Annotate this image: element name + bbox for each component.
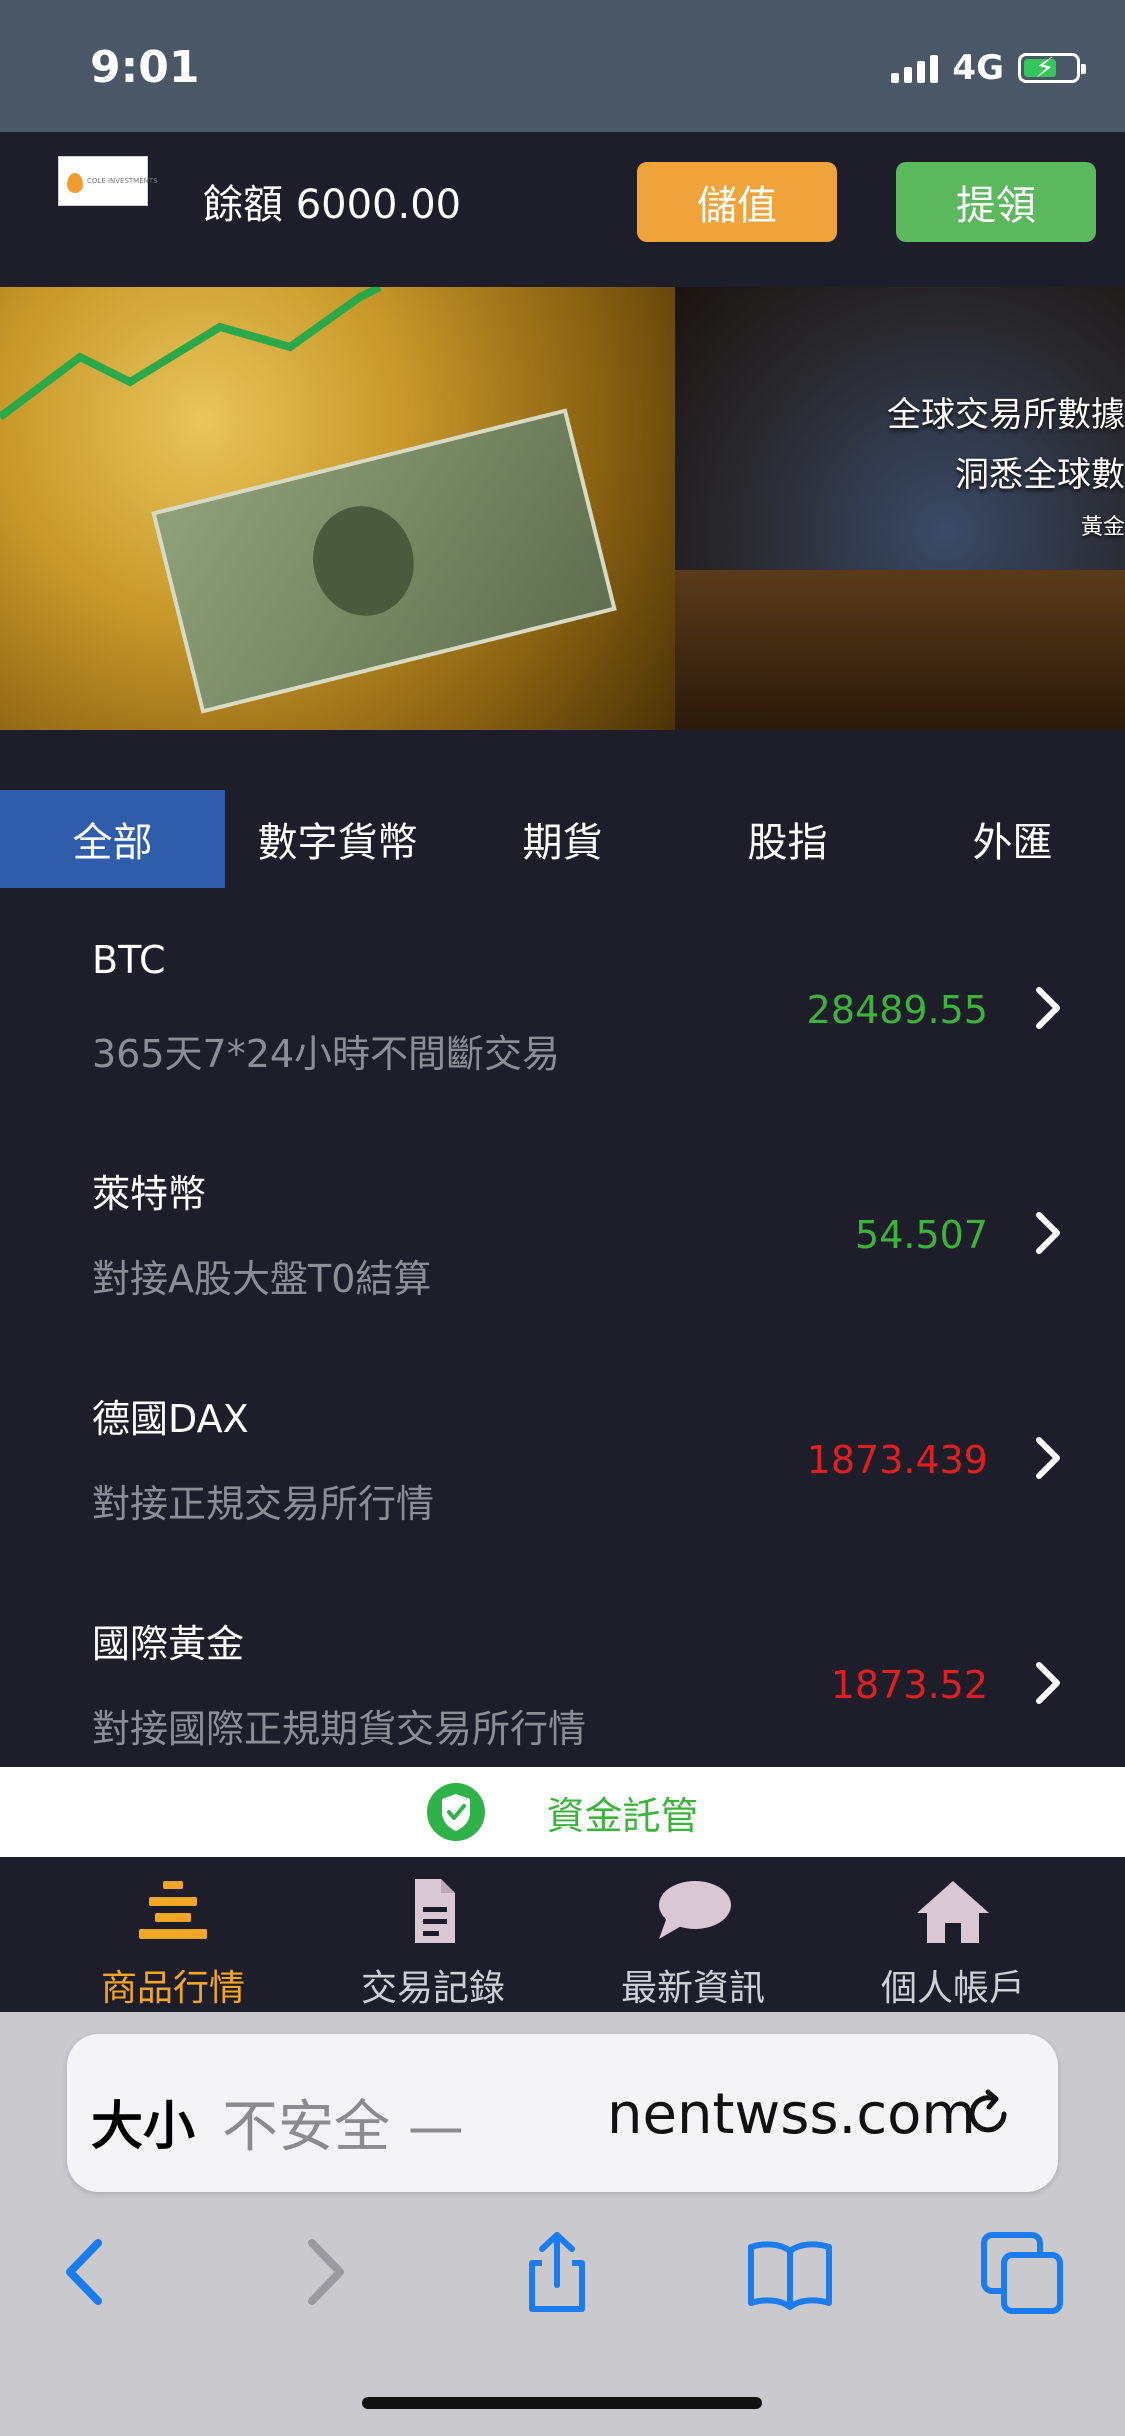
chevron-right-icon [1036, 1662, 1060, 1704]
market-name: 萊特幣 [92, 1172, 207, 1216]
growth-line-graphic [0, 287, 382, 421]
nav-label: 交易記錄 [360, 1968, 505, 2009]
tab-forex[interactable]: 外匯 [900, 790, 1125, 888]
fund-escrow-banner[interactable]: 資金託管 [0, 1767, 1125, 1857]
banner-caption: 黃金 [1080, 515, 1125, 540]
back-icon[interactable] [40, 2227, 130, 2317]
escrow-label: 資金託管 [546, 1793, 699, 1838]
market-name: 國際黃金 [92, 1622, 245, 1666]
tab-crypto[interactable]: 數字貨幣 [225, 790, 450, 888]
reload-icon[interactable] [958, 2084, 1018, 2144]
banner-exchange-image: 全球交易所數據 洞悉全球數 黃金 [675, 287, 1125, 730]
market-list-icon [139, 1881, 207, 1939]
tab-all[interactable]: 全部 [0, 790, 225, 888]
app-header: COLE INVESTMENTS 餘額 6000.00 儲值 提領 [0, 132, 1125, 287]
market-name: 德國DAX [92, 1397, 249, 1441]
status-bar: 9:01 4G ⚡ [0, 0, 1125, 132]
browser-toolbar [0, 2217, 1125, 2347]
banner-carousel[interactable]: 全球交易所數據 洞悉全球數 黃金 [0, 287, 1125, 730]
list-item[interactable]: 國際黃金 對接國際正規期貨交易所行情 1873.52 [0, 1563, 1125, 1767]
document-icon [415, 1879, 455, 1943]
tabs-icon[interactable] [978, 2227, 1068, 2317]
shield-check-icon [427, 1783, 486, 1841]
market-description: 365天7*24小時不間斷交易 [92, 1032, 561, 1076]
nav-market[interactable]: 商品行情 [43, 1877, 303, 2009]
category-tabs: 全部 數字貨幣 期貨 股指 外匯 [0, 790, 1125, 888]
nav-label: 最新資訊 [620, 1968, 765, 2009]
battery-icon: ⚡ [1018, 52, 1086, 84]
bookmarks-icon[interactable] [745, 2227, 835, 2317]
bottom-navigation: 商品行情 交易記錄 最新資訊 個人帳戶 [0, 1857, 1125, 2012]
chevron-right-icon [1036, 1212, 1060, 1254]
address-bar[interactable]: 大小 不安全 — nentwss.com [67, 2034, 1058, 2192]
banner-headline: 全球交易所數據 [887, 395, 1125, 435]
nav-label: 個人帳戶 [880, 1968, 1025, 2009]
market-price: 1873.439 [806, 1438, 988, 1482]
app-logo: COLE INVESTMENTS [58, 156, 158, 206]
deposit-button[interactable]: 儲值 [637, 162, 837, 242]
nav-account[interactable]: 個人帳戶 [823, 1877, 1083, 2009]
chevron-right-icon [1036, 1437, 1060, 1479]
withdraw-button[interactable]: 提領 [896, 162, 1096, 242]
tab-futures[interactable]: 期貨 [450, 790, 675, 888]
share-icon[interactable] [512, 2227, 602, 2317]
list-item[interactable]: 萊特幣 對接A股大盤T0結算 54.507 [0, 1113, 1125, 1338]
url-domain: nentwss.com [607, 2082, 976, 2147]
list-item[interactable]: 德國DAX 對接正規交易所行情 1873.439 [0, 1338, 1125, 1563]
status-indicators: 4G ⚡ [891, 46, 1086, 90]
not-secure-label: 不安全 — [222, 2095, 464, 2160]
chat-bubble-icon [659, 1881, 731, 1939]
home-indicator [362, 2397, 762, 2409]
banner-gold-image [0, 287, 675, 730]
status-time: 9:01 [90, 42, 200, 93]
market-description: 對接正規交易所行情 [92, 1482, 435, 1526]
browser-chrome: 大小 不安全 — nentwss.com [0, 2012, 1125, 2436]
tab-index[interactable]: 股指 [675, 790, 900, 888]
forward-icon[interactable] [280, 2227, 370, 2317]
market-price: 1873.52 [830, 1663, 988, 1707]
market-description: 對接國際正規期貨交易所行情 [92, 1707, 587, 1751]
cellular-signal-icon [891, 53, 939, 83]
balance-display: 餘額 6000.00 [203, 182, 462, 228]
market-price: 54.507 [855, 1213, 988, 1257]
text-size-button[interactable]: 大小 [91, 2084, 195, 2159]
nav-label: 商品行情 [100, 1968, 245, 2009]
nav-trade-history[interactable]: 交易記錄 [303, 1877, 563, 2009]
market-name: BTC [92, 938, 166, 982]
home-icon [917, 1881, 989, 1943]
market-price: 28489.55 [806, 988, 988, 1032]
list-item[interactable]: BTC 365天7*24小時不間斷交易 28489.55 [0, 888, 1125, 1113]
banner-subheadline: 洞悉全球數 [955, 455, 1125, 495]
market-description: 對接A股大盤T0結算 [92, 1257, 432, 1301]
chevron-right-icon [1036, 987, 1060, 1029]
nav-news[interactable]: 最新資訊 [563, 1877, 823, 2009]
network-type: 4G [952, 48, 1004, 88]
